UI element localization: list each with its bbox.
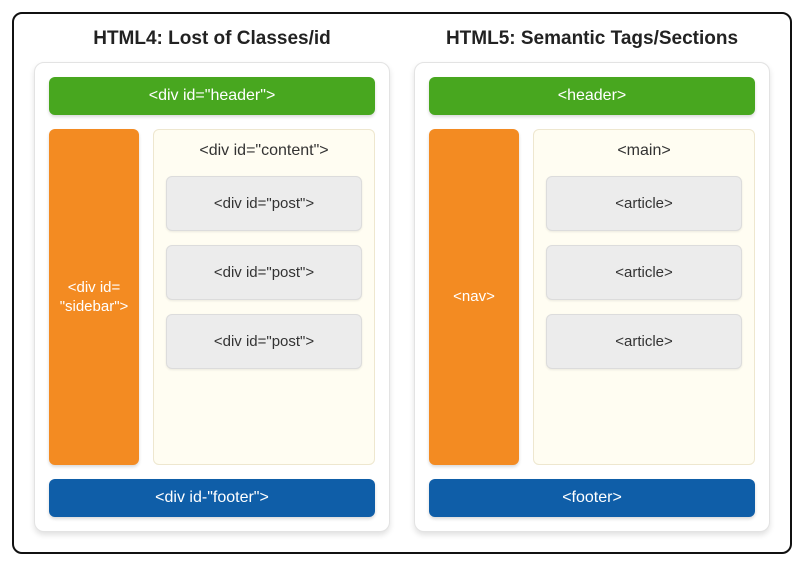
- content-block-html5: <main> <article> <article> <article>: [533, 129, 755, 465]
- panel-title-html5: HTML5: Semantic Tags/Sections: [414, 28, 770, 50]
- panel-html5: HTML5: Semantic Tags/Sections <header> <…: [414, 28, 770, 532]
- sidebar-block-html5: <nav>: [429, 129, 519, 465]
- post-block-html4: <div id="post">: [166, 176, 362, 231]
- content-title-html4: <div id="content">: [166, 140, 362, 162]
- footer-block-html5: <footer>: [429, 479, 755, 517]
- content-title-html5: <main>: [546, 140, 742, 162]
- diagram-container: HTML4: Lost of Classes/id <div id="heade…: [12, 12, 792, 554]
- content-block-html4: <div id="content"> <div id="post"> <div …: [153, 129, 375, 465]
- sidebar-block-html4: <div id= "sidebar">: [49, 129, 139, 465]
- post-block-html5: <article>: [546, 245, 742, 300]
- post-block-html5: <article>: [546, 314, 742, 369]
- post-block-html4: <div id="post">: [166, 314, 362, 369]
- panel-title-html4: HTML4: Lost of Classes/id: [34, 28, 390, 50]
- card-html4: <div id="header"> <div id= "sidebar"> <d…: [34, 62, 390, 532]
- card-html5: <header> <nav> <main> <article> <article…: [414, 62, 770, 532]
- footer-block-html4: <div id-"footer">: [49, 479, 375, 517]
- panel-html4: HTML4: Lost of Classes/id <div id="heade…: [34, 28, 390, 532]
- middle-row-html5: <nav> <main> <article> <article> <articl…: [429, 129, 755, 465]
- post-block-html5: <article>: [546, 176, 742, 231]
- header-block-html5: <header>: [429, 77, 755, 115]
- header-block-html4: <div id="header">: [49, 77, 375, 115]
- post-block-html4: <div id="post">: [166, 245, 362, 300]
- middle-row-html4: <div id= "sidebar"> <div id="content"> <…: [49, 129, 375, 465]
